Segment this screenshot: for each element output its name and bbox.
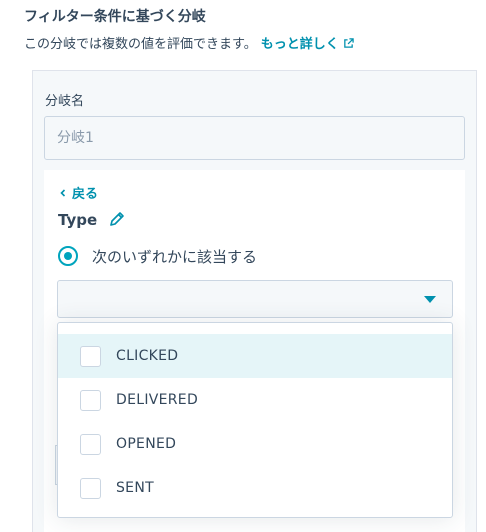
back-label: 戻る <box>72 187 99 202</box>
checkbox-icon[interactable] <box>80 477 101 499</box>
description-text: この分岐では複数の値を評価できます。 <box>24 37 257 52</box>
learn-more-link[interactable]: もっと詳しく <box>261 37 339 52</box>
branch-name-input[interactable] <box>44 116 465 160</box>
value-select[interactable] <box>57 280 453 318</box>
option-label: CLICKED <box>116 348 179 364</box>
checkbox-icon[interactable] <box>80 345 101 367</box>
back-link[interactable]: 戻る <box>58 183 98 202</box>
checkbox-icon[interactable] <box>80 433 101 455</box>
dropdown-option-clicked[interactable]: CLICKED <box>58 334 452 378</box>
checkbox-icon[interactable] <box>80 389 101 411</box>
pencil-icon[interactable] <box>109 211 125 227</box>
dropdown-option-delivered[interactable]: DELIVERED <box>58 378 452 422</box>
chevron-left-icon <box>60 189 66 197</box>
option-label: SENT <box>116 480 154 496</box>
option-label: DELIVERED <box>116 392 199 408</box>
dropdown-option-sent[interactable]: SENT <box>58 466 452 510</box>
dropdown-option-opened[interactable]: OPENED <box>58 422 452 466</box>
caret-down-icon <box>424 296 436 303</box>
radio-any-match[interactable]: 次のいずれかに該当する <box>58 245 257 267</box>
external-link-icon[interactable] <box>343 38 354 49</box>
radio-selected-icon[interactable] <box>58 246 78 266</box>
section-description: この分岐では複数の値を評価できます。 もっと詳しく <box>24 33 354 52</box>
option-label: OPENED <box>116 436 177 452</box>
section-title: フィルター条件に基づく分岐 <box>24 9 206 25</box>
type-label: Type <box>58 211 98 229</box>
branch-name-label: 分岐名 <box>45 94 85 109</box>
radio-label: 次のいずれかに該当する <box>92 247 258 266</box>
value-dropdown-menu: CLICKED DELIVERED OPENED SENT <box>57 322 453 518</box>
